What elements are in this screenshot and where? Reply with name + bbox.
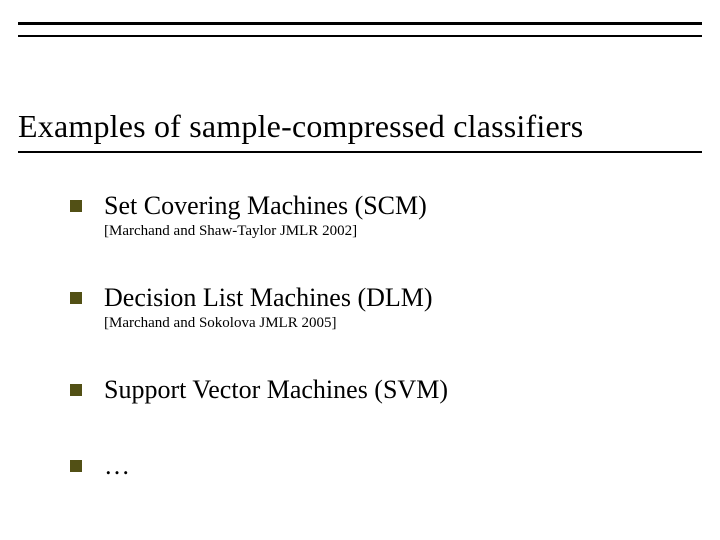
square-bullet-icon	[70, 292, 82, 304]
body: Set Covering Machines (SCM) [Marchand an…	[70, 190, 680, 525]
square-bullet-icon	[70, 200, 82, 212]
list-item-content: Decision List Machines (DLM) [Marchand a…	[104, 282, 433, 332]
list-item-label: Support Vector Machines (SVM)	[104, 374, 448, 405]
list-item-content: Set Covering Machines (SCM) [Marchand an…	[104, 190, 427, 240]
list-item: Set Covering Machines (SCM) [Marchand an…	[70, 190, 680, 240]
title-underline	[18, 151, 702, 153]
slide-title: Examples of sample-compressed classifier…	[18, 108, 702, 145]
list-item-citation: [Marchand and Sokolova JMLR 2005]	[104, 315, 433, 332]
list-item-label: Decision List Machines (DLM)	[104, 282, 433, 313]
title-area: Examples of sample-compressed classifier…	[18, 108, 702, 153]
list-item-citation: [Marchand and Shaw-Taylor JMLR 2002]	[104, 223, 427, 240]
slide: Examples of sample-compressed classifier…	[0, 0, 720, 540]
list-item-content: …	[104, 450, 130, 483]
list-item-content: Support Vector Machines (SVM)	[104, 374, 448, 407]
list-item-label: Set Covering Machines (SCM)	[104, 190, 427, 221]
list-item-label: …	[104, 450, 130, 481]
top-double-rule	[18, 22, 702, 37]
list-item: …	[70, 450, 680, 483]
square-bullet-icon	[70, 460, 82, 472]
square-bullet-icon	[70, 384, 82, 396]
list-item: Decision List Machines (DLM) [Marchand a…	[70, 282, 680, 332]
list-item: Support Vector Machines (SVM)	[70, 374, 680, 407]
